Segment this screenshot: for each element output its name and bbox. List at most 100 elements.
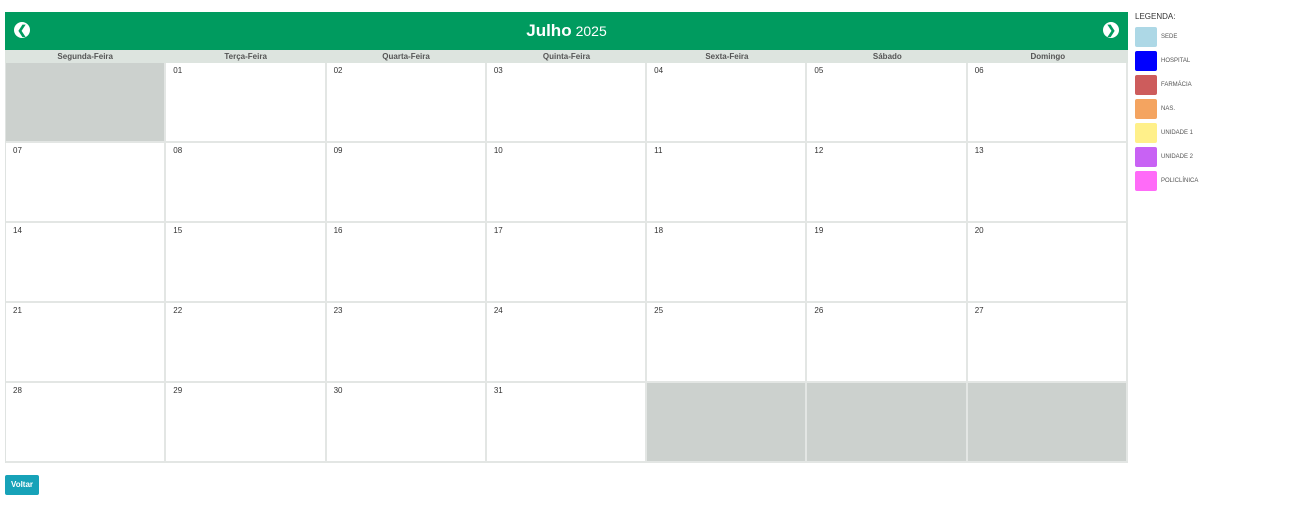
day-number: 25 <box>654 306 664 315</box>
weekday-label: Quarta-Feira <box>382 52 430 61</box>
day-number: 07 <box>13 146 22 155</box>
empty-day-cell <box>807 383 968 463</box>
year-label: 2025 <box>575 23 607 39</box>
legend-label: POLICLÍNICA <box>1161 178 1199 184</box>
day-cell[interactable]: 13 <box>967 143 1128 223</box>
day-number: 19 <box>814 226 824 235</box>
legend-label: UNIDADE 1 <box>1161 130 1194 136</box>
day-number: 03 <box>493 66 503 75</box>
day-cell[interactable]: 19 <box>807 223 968 303</box>
day-number: 28 <box>13 386 22 395</box>
empty-day-cell <box>967 383 1128 463</box>
weekday-label: Segunda-Feira <box>57 52 113 61</box>
day-number: 27 <box>974 306 984 315</box>
weekday-label: Sexta-Feira <box>705 52 749 61</box>
day-cell[interactable]: 02 <box>326 63 487 143</box>
day-cell[interactable]: 22 <box>166 303 327 383</box>
day-cell[interactable]: 23 <box>326 303 487 383</box>
day-cell[interactable]: 03 <box>486 63 648 143</box>
day-number: 29 <box>173 386 183 395</box>
day-cell[interactable]: 04 <box>647 63 808 143</box>
empty-day-cell <box>6 63 167 143</box>
day-number: 02 <box>333 66 343 75</box>
day-cell[interactable]: 17 <box>486 223 648 303</box>
day-number: 31 <box>493 386 503 395</box>
legend-list: SEDE HOSPITAL FARMÁCIA NAS. UNIDADE 1 UNIDADE… <box>1135 27 1285 191</box>
legend-item: SEDE <box>1135 27 1285 47</box>
day-cell[interactable]: 06 <box>967 63 1128 143</box>
chevron-right-icon: ❯ <box>1105 23 1117 37</box>
day-cell[interactable]: 31 <box>486 383 648 463</box>
legend-label: NAS. <box>1161 106 1176 112</box>
day-number: 24 <box>493 306 503 315</box>
day-cell[interactable]: 09 <box>326 143 487 223</box>
day-cell[interactable]: 27 <box>967 303 1128 383</box>
day-cell[interactable]: 15 <box>166 223 327 303</box>
day-number: 08 <box>173 146 183 155</box>
day-cell[interactable]: 11 <box>647 143 808 223</box>
weekday-label: Terça-Feira <box>224 52 267 61</box>
day-number: 13 <box>974 146 984 155</box>
day-cell[interactable]: 30 <box>326 383 487 463</box>
calendar-title: Julho 2025 <box>5 12 1128 51</box>
day-number: 21 <box>13 306 22 315</box>
day-cell[interactable]: 10 <box>486 143 648 223</box>
legend-title: LEGENDA: <box>1135 12 1176 21</box>
day-cell[interactable]: 29 <box>166 383 327 463</box>
empty-day-cell <box>647 383 808 463</box>
legend-item: HOSPITAL <box>1135 51 1285 71</box>
month-name: Julho <box>526 21 572 40</box>
next-month-button[interactable]: ❯ <box>1103 22 1119 38</box>
legend-item: FARMÁCIA <box>1135 75 1285 95</box>
day-number: 23 <box>333 306 343 315</box>
day-cell[interactable]: 18 <box>647 223 808 303</box>
day-cell[interactable]: 21 <box>6 303 167 383</box>
day-cell[interactable]: 05 <box>807 63 968 143</box>
legend-label: UNIDADE 2 <box>1161 154 1194 160</box>
day-number: 09 <box>333 146 343 155</box>
day-cell[interactable]: 20 <box>967 223 1128 303</box>
day-number: 18 <box>654 226 664 235</box>
legend-color-swatch <box>1135 171 1157 191</box>
weekday-label: Domingo <box>1030 52 1066 61</box>
legend-item: NAS. <box>1135 99 1285 119</box>
legend-color-swatch <box>1135 123 1157 143</box>
weekday-label: Sábado <box>872 52 902 61</box>
day-cell[interactable]: 01 <box>166 63 327 143</box>
calendar-grid: 01 02 03 04 05 06 07 08 09 10 11 12 13 14 15 16 17 18 19 20… <box>5 63 1128 463</box>
legend-color-swatch <box>1135 75 1157 95</box>
day-cell[interactable]: 25 <box>647 303 808 383</box>
day-number: 12 <box>814 146 824 155</box>
legend-label: FARMÁCIA <box>1161 82 1192 88</box>
day-number: 15 <box>173 226 183 235</box>
day-number: 11 <box>654 146 663 155</box>
day-cell[interactable]: 28 <box>6 383 167 463</box>
legend-color-swatch <box>1135 99 1157 119</box>
day-number: 05 <box>814 66 824 75</box>
day-cell[interactable]: 14 <box>6 223 167 303</box>
day-number: 01 <box>173 66 183 75</box>
legend-label: HOSPITAL <box>1161 58 1191 64</box>
legend-item: UNIDADE 1 <box>1135 123 1285 143</box>
back-button[interactable]: Voltar <box>5 475 39 495</box>
calendar: ❮ Julho 2025 ❯ Segunda-Feira Terça-Feira Qu… <box>5 12 1128 463</box>
day-cell[interactable]: 26 <box>807 303 968 383</box>
calendar-header: ❮ Julho 2025 ❯ <box>5 12 1128 50</box>
day-number: 14 <box>13 226 22 235</box>
day-cell[interactable]: 08 <box>166 143 327 223</box>
day-number: 17 <box>493 226 503 235</box>
legend-color-swatch <box>1135 147 1157 167</box>
legend-color-swatch <box>1135 27 1157 47</box>
day-cell[interactable]: 16 <box>326 223 487 303</box>
legend-color-swatch <box>1135 51 1157 71</box>
day-cell[interactable]: 24 <box>486 303 648 383</box>
day-number: 22 <box>173 306 183 315</box>
day-cell[interactable]: 07 <box>6 143 167 223</box>
legend-item: POLICLÍNICA <box>1135 171 1285 191</box>
day-cell[interactable]: 12 <box>807 143 968 223</box>
day-number: 26 <box>814 306 824 315</box>
legend-label: SEDE <box>1161 34 1178 40</box>
legend-item: UNIDADE 2 <box>1135 147 1285 167</box>
day-number: 20 <box>974 226 984 235</box>
day-number: 16 <box>333 226 343 235</box>
